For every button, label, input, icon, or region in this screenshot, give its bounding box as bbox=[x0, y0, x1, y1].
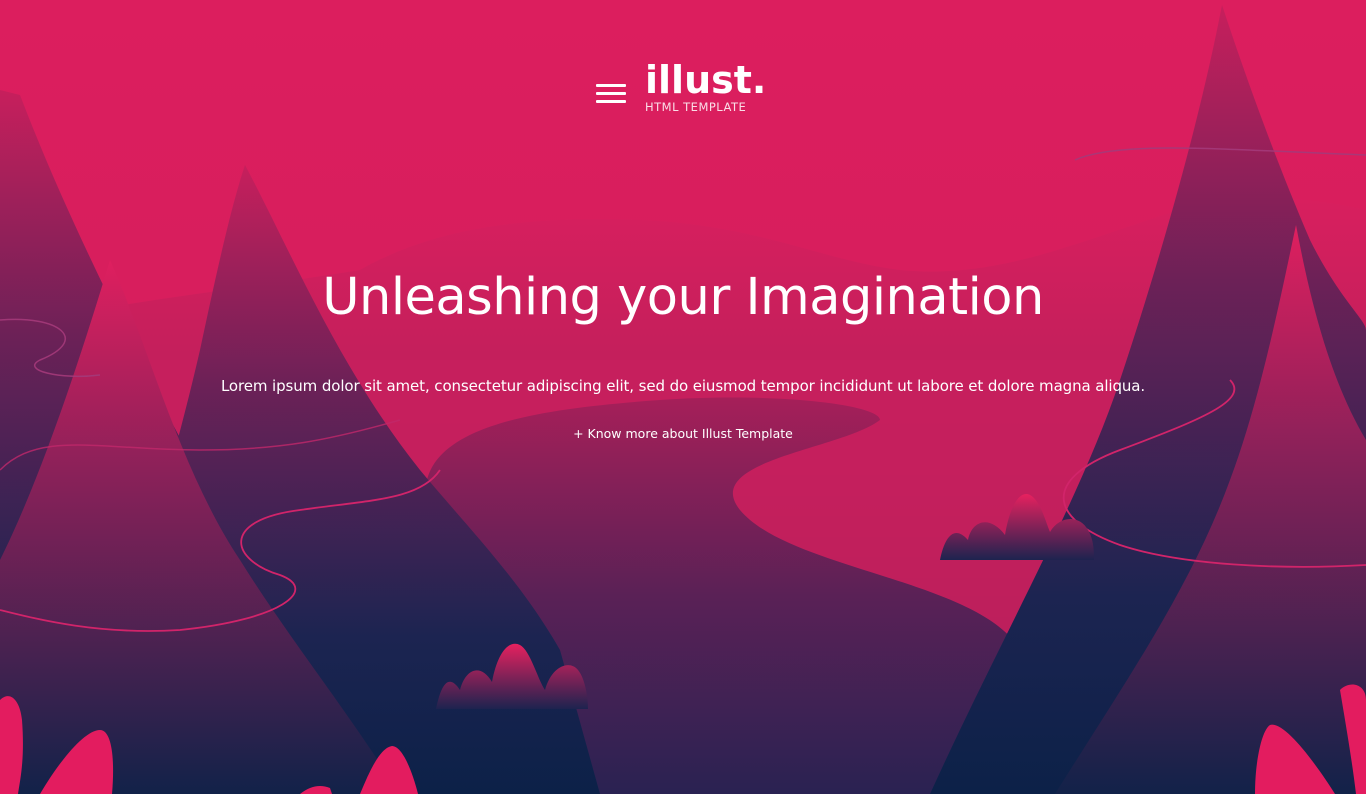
site-logo[interactable]: illust. HTML TEMPLATE bbox=[645, 58, 766, 114]
hero-title: Unleashing your Imagination bbox=[322, 268, 1044, 327]
site-header: illust. HTML TEMPLATE bbox=[0, 0, 1366, 140]
hero-section: Unleashing your Imagination Lorem ipsum … bbox=[0, 260, 1366, 443]
menu-bar bbox=[596, 84, 626, 87]
menu-bar bbox=[596, 100, 626, 103]
logo-title: illust. bbox=[645, 58, 767, 102]
menu-bar bbox=[596, 92, 626, 95]
know-more-link[interactable]: + Know more about Illust Template bbox=[573, 426, 793, 441]
hamburger-menu-icon[interactable] bbox=[594, 80, 628, 108]
hero-description: Lorem ipsum dolor sit amet, consectetur … bbox=[220, 377, 1146, 395]
logo-subtitle: HTML TEMPLATE bbox=[645, 100, 747, 114]
